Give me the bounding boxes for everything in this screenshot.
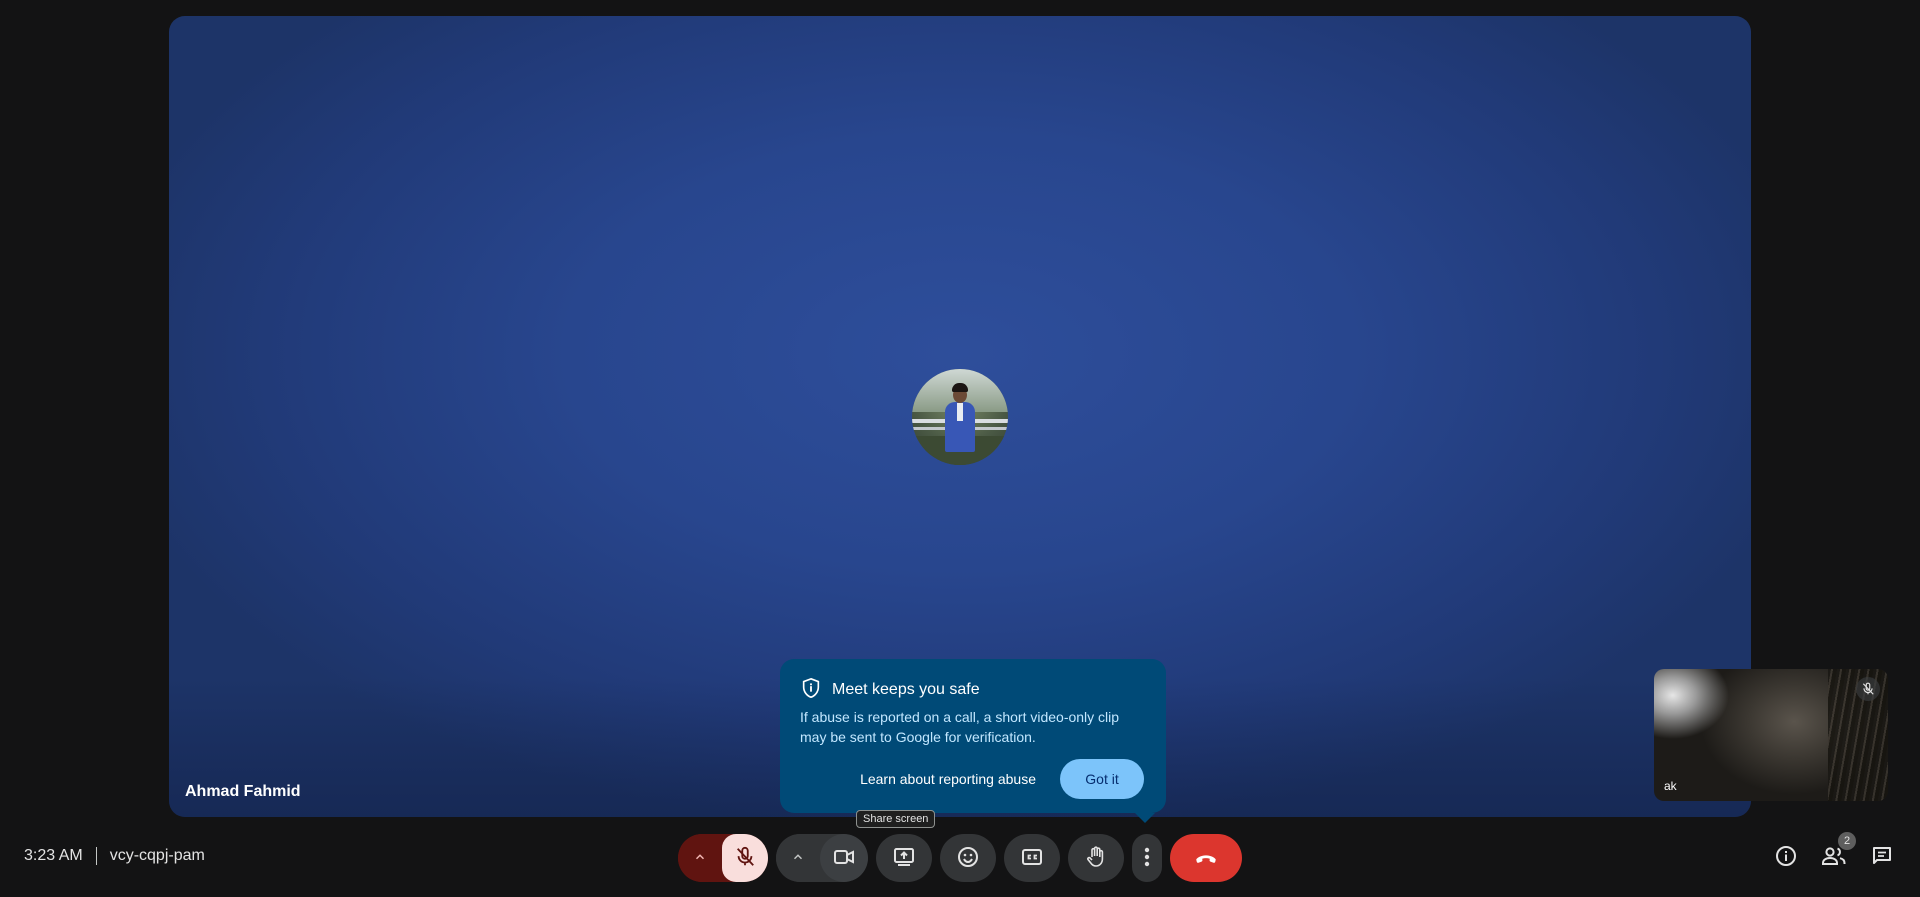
people-button[interactable]: 2	[1816, 832, 1856, 874]
camera-toggle-button[interactable]	[820, 834, 868, 882]
raise-hand-icon	[1084, 845, 1108, 872]
participant-name: Ahmad Fahmid	[185, 783, 301, 800]
chat-icon	[1870, 844, 1894, 873]
learn-reporting-abuse-link[interactable]: Learn about reporting abuse	[860, 771, 1036, 787]
side-panel-controls: 2	[1768, 832, 1900, 874]
more-options-button[interactable]	[1132, 834, 1162, 882]
more-vert-icon	[1144, 847, 1150, 870]
mic-toggle-button[interactable]	[722, 834, 768, 882]
participant-avatar	[912, 369, 1008, 465]
present-screen-icon	[892, 845, 916, 872]
meeting-time: 3:23 AM	[24, 847, 83, 864]
mic-off-icon	[734, 846, 756, 871]
videocam-icon	[832, 845, 856, 872]
meeting-details-button[interactable]	[1768, 842, 1804, 874]
call-controls	[678, 834, 1242, 882]
share-screen-tooltip: Share screen	[856, 810, 936, 828]
present-screen-button[interactable]	[876, 834, 932, 882]
self-mic-off-icon	[1856, 677, 1880, 701]
info-icon	[1774, 844, 1798, 873]
mic-control-group	[678, 834, 768, 882]
popup-body: If abuse is reported on a call, a short …	[800, 709, 1120, 745]
video-settings-button[interactable]	[776, 834, 820, 882]
popup-title: Meet keeps you safe	[832, 681, 980, 698]
captions-button[interactable]	[1004, 834, 1060, 882]
reactions-button[interactable]	[940, 834, 996, 882]
chevron-up-icon	[693, 850, 707, 867]
divider	[95, 847, 97, 865]
leave-call-button[interactable]	[1170, 834, 1242, 882]
call-end-icon	[1193, 844, 1219, 873]
got-it-button[interactable]: Got it	[1060, 759, 1144, 799]
self-video-tile[interactable]: ak	[1654, 669, 1888, 801]
meeting-info: 3:23 AM vcy-cqpj-pam	[24, 847, 205, 865]
raise-hand-button[interactable]	[1068, 834, 1124, 882]
audio-settings-button[interactable]	[678, 834, 722, 882]
self-name: ak	[1664, 779, 1677, 793]
chevron-up-icon	[791, 850, 805, 867]
camera-control-group	[776, 834, 868, 882]
participants-count-badge: 2	[1838, 832, 1856, 850]
chat-button[interactable]	[1864, 842, 1900, 874]
meeting-code: vcy-cqpj-pam	[109, 847, 205, 864]
emoji-icon	[956, 845, 980, 872]
shield-icon	[800, 677, 822, 704]
safety-popup: Meet keeps you safe If abuse is reported…	[780, 659, 1166, 823]
captions-icon	[1020, 845, 1044, 872]
